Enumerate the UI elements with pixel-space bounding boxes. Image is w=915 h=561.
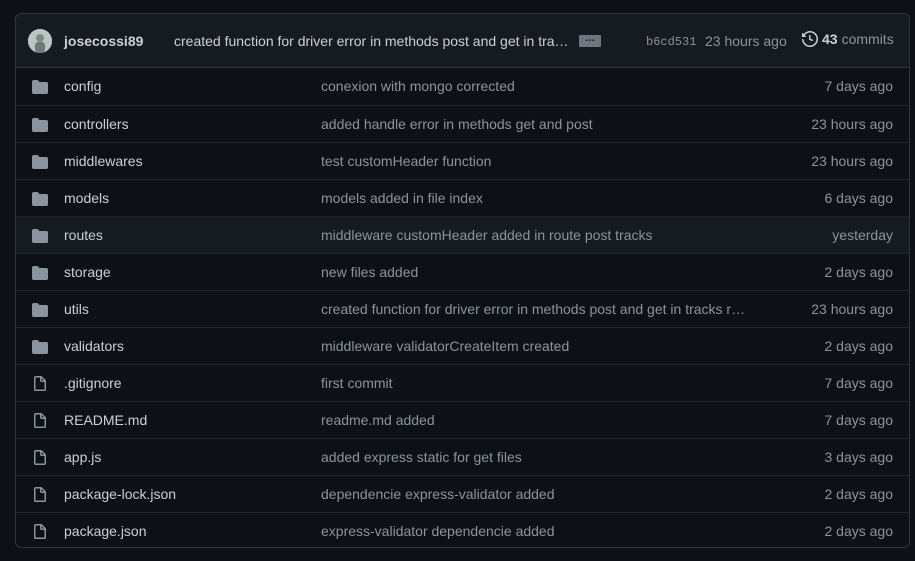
file-icon (32, 413, 48, 429)
file-row[interactable]: .gitignore first commit 7 days ago (16, 364, 909, 401)
commit-message-link[interactable]: created function for driver error in met… (321, 301, 751, 317)
commit-message-link[interactable]: added express static for get files (321, 449, 751, 465)
file-name-link[interactable]: config (64, 78, 101, 94)
commit-time: 23 hours ago (705, 33, 787, 49)
file-row[interactable]: routes middleware customHeader added in r… (16, 216, 909, 253)
history-icon (802, 31, 818, 47)
file-name-link[interactable]: models (64, 190, 109, 206)
file-name-link[interactable]: utils (64, 301, 89, 317)
file-name-link[interactable]: validators (64, 338, 124, 354)
file-name-link[interactable]: routes (64, 227, 103, 243)
commit-author-link[interactable]: josecossi89 (64, 33, 143, 49)
file-name-link[interactable]: controllers (64, 116, 129, 132)
file-icon (32, 524, 48, 540)
folder-icon (32, 154, 48, 170)
expand-commit-message-button[interactable]: … (579, 34, 601, 47)
file-icon (32, 487, 48, 503)
commit-message-link[interactable]: created function for driver error in met… (174, 33, 574, 49)
commit-message-link[interactable]: added handle error in methods get and po… (321, 116, 751, 132)
file-row[interactable]: app.js added express static for get files… (16, 438, 909, 475)
commit-message-link[interactable]: middleware validatorCreateItem created (321, 338, 751, 354)
folder-icon (32, 265, 48, 281)
commit-age: 2 days ago (824, 338, 894, 354)
commit-message-link[interactable]: middleware customHeader added in route p… (321, 227, 751, 243)
commit-age: 2 days ago (824, 264, 894, 280)
file-name-link[interactable]: storage (64, 264, 111, 280)
file-row[interactable]: config conexion with mongo corrected 7 day… (16, 68, 909, 105)
file-row[interactable]: README.md readme.md added 7 days ago (16, 401, 909, 438)
file-name-link[interactable]: app.js (64, 449, 101, 465)
file-name-link[interactable]: package-lock.json (64, 486, 176, 502)
commit-age: 23 hours ago (811, 301, 893, 317)
commit-message-link[interactable]: models added in file index (321, 190, 751, 206)
commit-age: 7 days ago (824, 375, 894, 391)
commit-age: 2 days ago (824, 486, 894, 502)
file-name-link[interactable]: package.json (64, 523, 147, 539)
folder-icon (32, 302, 48, 318)
avatar-image-icon (28, 29, 52, 53)
file-row[interactable]: package-lock.json dependencie express-val… (16, 475, 909, 512)
file-name-link[interactable]: README.md (64, 412, 147, 428)
file-row[interactable]: package.json express-validator dependenci… (16, 512, 909, 547)
commit-age: 3 days ago (824, 449, 894, 465)
commit-count: 43 (822, 31, 838, 47)
commit-sha-link[interactable]: b6cd531 (646, 35, 696, 49)
latest-commit-bar: josecossi89 created function for driver … (16, 14, 909, 68)
commit-message-link[interactable]: express-validator dependencie added (321, 523, 751, 539)
commit-message-link[interactable]: conexion with mongo corrected (321, 78, 751, 94)
file-row[interactable]: controllers added handle error in methods… (16, 105, 909, 142)
folder-icon (32, 117, 48, 133)
commit-message-link[interactable]: dependencie express-validator added (321, 486, 751, 502)
file-row[interactable]: models models added in file index 6 days a… (16, 179, 909, 216)
commit-age: 2 days ago (824, 523, 894, 539)
file-icon (32, 450, 48, 466)
commits-label: commits (841, 31, 894, 47)
commit-age: 23 hours ago (811, 153, 893, 169)
file-row[interactable]: storage new files added 2 days ago (16, 253, 909, 290)
file-icon (32, 376, 48, 392)
author-avatar[interactable] (28, 29, 52, 53)
commit-age: 23 hours ago (811, 116, 893, 132)
file-name-link[interactable]: .gitignore (64, 375, 122, 391)
commit-age: yesterday (832, 227, 893, 243)
file-browser: josecossi89 created function for driver … (15, 13, 910, 548)
commit-age: 7 days ago (824, 412, 894, 428)
commit-message-link[interactable]: first commit (321, 375, 751, 391)
commit-age: 6 days ago (824, 190, 894, 206)
file-row[interactable]: validators middleware validatorCreateItem… (16, 327, 909, 364)
commit-age: 7 days ago (824, 78, 894, 94)
commits-history-link[interactable]: 43 commits (802, 31, 894, 47)
commit-message-link[interactable]: test customHeader function (321, 153, 751, 169)
folder-icon (32, 339, 48, 355)
commit-message-link[interactable]: readme.md added (321, 412, 751, 428)
file-row[interactable]: utils created function for driver error i… (16, 290, 909, 327)
file-row[interactable]: middlewares test customHeader function 23 … (16, 142, 909, 179)
file-list: config conexion with mongo corrected 7 day… (16, 68, 909, 547)
file-name-link[interactable]: middlewares (64, 153, 143, 169)
folder-icon (32, 191, 48, 207)
folder-icon (32, 228, 48, 244)
folder-icon (32, 79, 48, 95)
commit-message-link[interactable]: new files added (321, 264, 751, 280)
